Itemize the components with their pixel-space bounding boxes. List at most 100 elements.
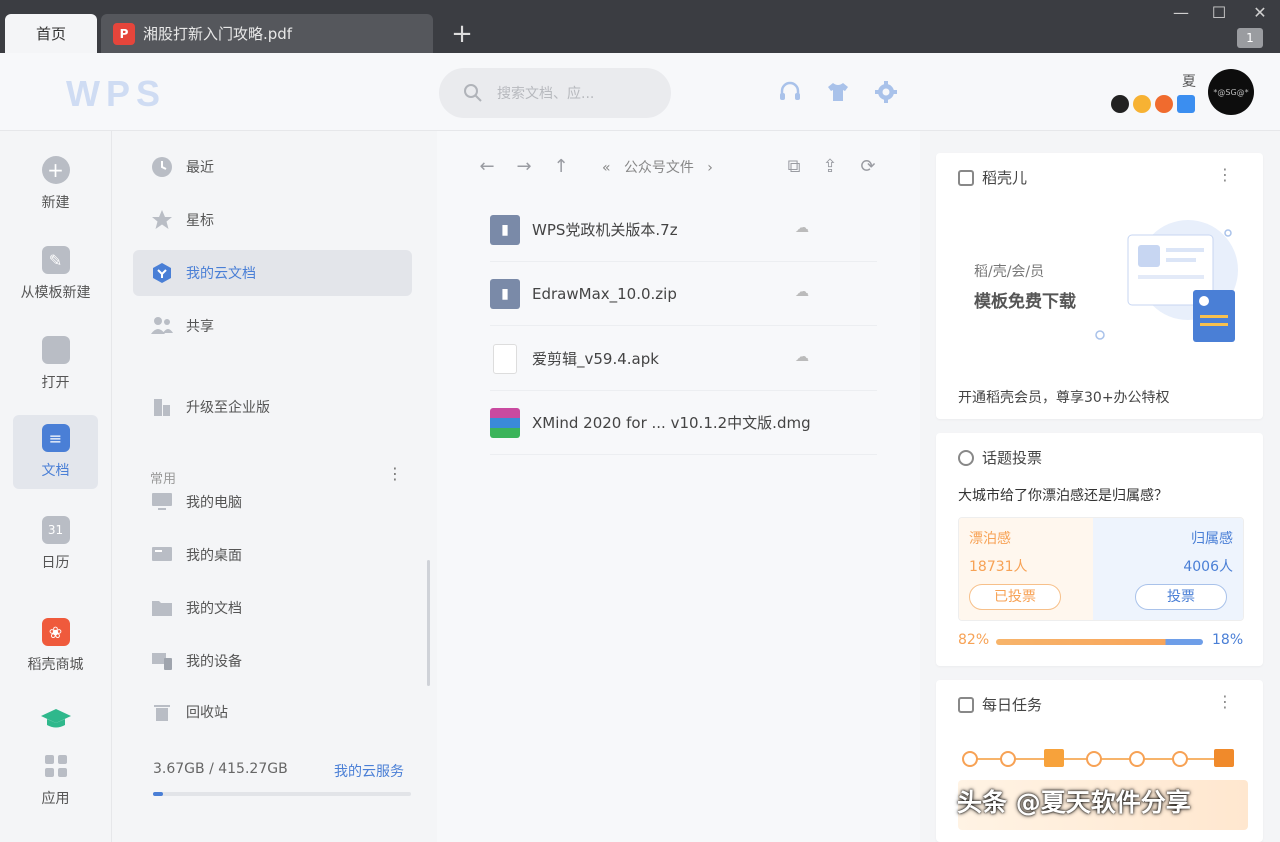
new-folder-icon[interactable]: ⧉ bbox=[782, 155, 806, 179]
nav-starred[interactable]: 星标 bbox=[133, 197, 412, 243]
docer-footer[interactable]: 开通稻壳会员，尊享30+办公特权 bbox=[958, 387, 1170, 407]
avatar[interactable]: *@SG@* bbox=[1208, 69, 1254, 115]
nav-label: 共享 bbox=[186, 319, 214, 335]
tab-document[interactable]: P 湘股打新入门攻略.pdf bbox=[101, 14, 433, 53]
task-progress-track[interactable] bbox=[958, 744, 1238, 774]
nav-recycle-bin[interactable]: 回收站 bbox=[133, 689, 412, 735]
file-row[interactable]: XMind 2020 for ... v10.1.2中文版.dmg bbox=[490, 391, 877, 455]
search-bar[interactable]: 搜索文档、应... bbox=[439, 68, 671, 118]
nav-label: 稻壳商城 bbox=[27, 657, 84, 673]
nav-label: 打开 bbox=[41, 375, 70, 391]
nav-docer-mall[interactable]: ❀ 稻壳商城 bbox=[13, 609, 98, 683]
nav-apps[interactable]: 应用 bbox=[13, 743, 98, 817]
location-nav: 最近 星标 我的云文档 共享 升级至企业版 常用 ⋮ 我的电脑 我的桌面 我的文… bbox=[112, 131, 437, 842]
nav-my-documents[interactable]: 我的文档 bbox=[133, 585, 412, 631]
nav-label: 我的文档 bbox=[186, 601, 242, 617]
nav-my-computer[interactable]: 我的电脑 bbox=[133, 479, 412, 525]
headset-icon[interactable] bbox=[777, 79, 803, 105]
trash-icon bbox=[150, 700, 174, 724]
refresh-icon[interactable]: ⟳ bbox=[856, 155, 880, 179]
medal-icon bbox=[1133, 95, 1151, 113]
desktop-icon bbox=[150, 543, 174, 567]
nav-upgrade-enterprise[interactable]: 升级至企业版 bbox=[133, 384, 412, 430]
close-icon[interactable]: ✕ bbox=[1249, 2, 1271, 24]
maximize-icon[interactable]: ☐ bbox=[1208, 2, 1230, 24]
building-icon bbox=[150, 395, 174, 419]
file-row[interactable]: ▮ EdrawMax_10.0.zip ☁ bbox=[490, 262, 877, 326]
nav-my-devices[interactable]: 我的设备 bbox=[133, 638, 412, 684]
file-name: 爱剪辑_v59.4.apk bbox=[532, 350, 659, 368]
watermark: 头条 @夏天软件分享 bbox=[957, 788, 1191, 817]
nav-open[interactable]: 打开 bbox=[13, 327, 98, 401]
vote-option-left[interactable]: 漂泊感 18731人 已投票 bbox=[959, 518, 1109, 620]
file-name: EdrawMax_10.0.zip bbox=[532, 284, 677, 303]
nav-label: 最近 bbox=[186, 160, 214, 176]
cloud-icon: ☁ bbox=[795, 220, 809, 236]
breadcrumb[interactable]: « 公众号文件 › bbox=[602, 157, 713, 177]
docer-banner[interactable]: 稻/壳/会/员 模板免费下载 bbox=[958, 205, 1244, 365]
nav-label: 日历 bbox=[41, 555, 70, 571]
tab-document-label: 湘股打新入门攻略.pdf bbox=[143, 25, 293, 43]
folder-icon bbox=[41, 336, 70, 364]
nav-documents[interactable]: ≡ 文档 bbox=[13, 415, 98, 489]
more-icon[interactable]: ⋮ bbox=[1217, 165, 1233, 184]
docer-mall-icon: ❀ bbox=[41, 618, 70, 646]
folder-shortcut-icon bbox=[150, 596, 174, 620]
vote-icon bbox=[958, 449, 974, 466]
share-icon bbox=[150, 314, 174, 338]
back-arrow-icon[interactable]: ← bbox=[475, 155, 499, 179]
minimize-icon[interactable]: — bbox=[1170, 2, 1192, 24]
vote-options: 漂泊感 18731人 已投票 归属感 4006人 投票 bbox=[958, 517, 1244, 621]
file-row[interactable]: 爱剪辑_v59.4.apk ☁ bbox=[490, 327, 877, 391]
vote-button[interactable]: 投票 bbox=[1135, 584, 1227, 610]
graduation-cap-icon[interactable] bbox=[40, 707, 72, 731]
breadcrumb-chevron-icon[interactable]: › bbox=[707, 160, 713, 176]
breadcrumb-back-icon[interactable]: « bbox=[602, 160, 611, 176]
medal-icon bbox=[1111, 95, 1129, 113]
apps-icon bbox=[42, 752, 70, 780]
up-arrow-icon[interactable]: ↑ bbox=[549, 155, 573, 179]
cloud-icon: ☁ bbox=[795, 349, 809, 365]
file-icon bbox=[493, 343, 517, 374]
nav-cloud-docs[interactable]: 我的云文档 bbox=[133, 250, 412, 296]
forward-arrow-icon[interactable]: → bbox=[512, 155, 536, 179]
pdf-icon: P bbox=[113, 22, 135, 45]
vote-option-right[interactable]: 归属感 4006人 投票 bbox=[1093, 518, 1243, 620]
member-medals[interactable] bbox=[1111, 95, 1195, 113]
task-icon bbox=[958, 696, 974, 713]
skin-icon[interactable] bbox=[825, 79, 851, 105]
document-icon: ≡ bbox=[41, 424, 70, 452]
vote-right-label: 归属感 bbox=[1191, 531, 1233, 547]
voted-button[interactable]: 已投票 bbox=[969, 584, 1061, 610]
banner-title: 模板免费下载 bbox=[974, 292, 1076, 312]
nav-label: 从模板新建 bbox=[20, 285, 91, 301]
file-area: ← → ↑ « 公众号文件 › ⧉ ⇪ ⟳ ▮ WPS党政机关版本.7z ☁ ▮… bbox=[437, 131, 920, 842]
medal-icon bbox=[1155, 95, 1173, 113]
nav-label: 回收站 bbox=[186, 705, 228, 721]
card-title: 话题投票 bbox=[982, 449, 1043, 467]
nav-label: 我的电脑 bbox=[186, 495, 242, 511]
archive-icon: ▮ bbox=[490, 214, 520, 245]
docer-card[interactable]: 稻壳儿 ⋮ 稻/壳/会/员 模板免费下载 开通稻壳会员，尊享30+办公特权 bbox=[936, 153, 1263, 419]
file-row[interactable]: ▮ WPS党政机关版本.7z ☁ bbox=[490, 198, 877, 262]
search-icon bbox=[464, 84, 482, 102]
scrollbar[interactable] bbox=[427, 560, 430, 686]
more-icon[interactable]: ⋮ bbox=[1217, 692, 1233, 711]
cloud-service-link[interactable]: 我的云服务 bbox=[334, 761, 404, 781]
nav-template[interactable]: ✎ 从模板新建 bbox=[13, 237, 98, 311]
window-count-badge[interactable]: 1 bbox=[1237, 28, 1263, 48]
nav-recent[interactable]: 最近 bbox=[133, 144, 412, 190]
nav-shared[interactable]: 共享 bbox=[133, 303, 412, 349]
title-bar: 首页 P 湘股打新入门攻略.pdf + — ☐ ✕ 1 bbox=[0, 0, 1280, 53]
nav-calendar[interactable]: 31 日历 bbox=[13, 507, 98, 581]
nav-my-desktop[interactable]: 我的桌面 bbox=[133, 532, 412, 578]
tab-home[interactable]: 首页 bbox=[5, 14, 97, 53]
upload-icon[interactable]: ⇪ bbox=[818, 155, 842, 179]
file-name: XMind 2020 for ... v10.1.2中文版.dmg bbox=[532, 414, 811, 432]
banner-subtitle: 稻/壳/会/员 bbox=[974, 264, 1045, 280]
new-tab-button[interactable]: + bbox=[450, 20, 474, 48]
nav-label: 我的设备 bbox=[186, 654, 242, 670]
storage-progress-fill bbox=[153, 792, 164, 796]
settings-gear-icon[interactable] bbox=[873, 79, 899, 105]
nav-new[interactable]: + 新建 bbox=[13, 147, 98, 221]
